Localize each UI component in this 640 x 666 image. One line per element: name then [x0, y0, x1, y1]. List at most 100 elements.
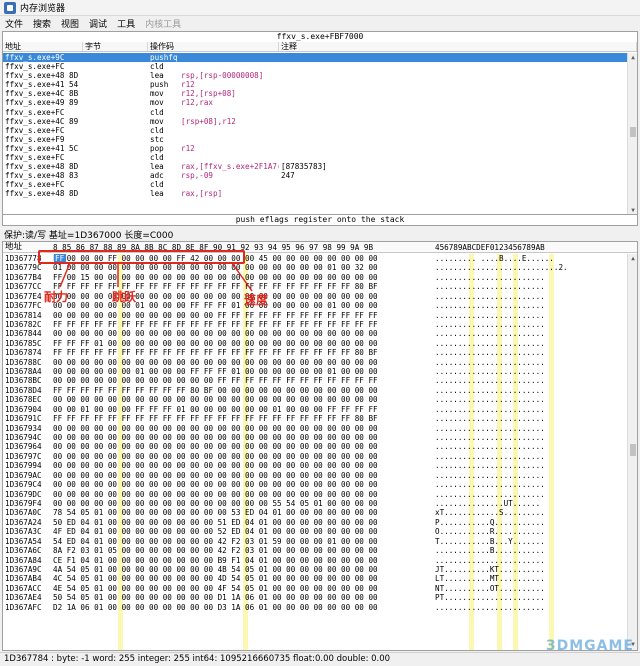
hex-row[interactable]: 1D3678BC 00 00 00 00 00 00 00 00 00 00 00…: [3, 376, 627, 385]
hex-row[interactable]: 1D367AFC D2 1A 06 01 00 00 00 00 00 00 00…: [3, 603, 627, 612]
disassembler-row[interactable]: ffxv_s.exe+FC cld: [3, 108, 627, 117]
hex-row-bytes: 00 00 00 00 00 00 00 00 00 00 00 00 00 0…: [53, 395, 378, 405]
hex-row[interactable]: 1D367874 FF FF FF FF FF FF FF FF FF FF FF…: [3, 348, 627, 357]
menu-debug[interactable]: 调试: [84, 17, 112, 30]
hex-row-address: 1D367AB4: [5, 574, 42, 584]
hex-row[interactable]: 1D36797C 00 00 00 00 00 00 00 00 00 00 00…: [3, 452, 627, 461]
disassembler-row[interactable]: ffxv_s.exe+41 54 push r12: [3, 80, 627, 89]
hex-view: 地址 8 85 86 87 88 89 8A 8B 8C 8D 8E 8F 90…: [2, 241, 638, 651]
disassembler-row[interactable]: ffxv_s.exe+FC cld: [3, 153, 627, 162]
menu-bar: 文件 搜索 视图 调试 工具 内核工具: [0, 16, 640, 30]
hex-row[interactable]: 1D3677E4 00 00 00 00 00 00 00 00 00 00 00…: [3, 292, 627, 301]
instruction-address: ffxv_s.exe+48 8D 05 1A3T32F3: [5, 162, 83, 172]
menu-search[interactable]: 搜索: [28, 17, 56, 30]
hex-row[interactable]: 1D367A9C 4A 54 05 01 00 00 00 00 00 00 00…: [3, 565, 627, 574]
instruction-bytes: [83, 162, 148, 171]
hex-row[interactable]: 1D3678A4 00 00 00 00 00 00 01 00 00 00 FF…: [3, 367, 627, 376]
disassembler-row[interactable]: ffxv_s.exe+48 8D A4 24 F8FF... lea rsp,[rs…: [3, 71, 627, 80]
disassembler-row[interactable]: ffxv_s.exe+4C 89 64 24 08 mov [rsp+08],r12: [3, 117, 627, 126]
hex-row[interactable]: 1D3677CC FF FF FF FF FF FF FF FF FF FF FF…: [3, 282, 627, 291]
hex-row-ascii: ........................: [435, 338, 545, 348]
hex-row[interactable]: 1D36788C 00 00 00 00 00 00 00 00 00 00 00…: [3, 358, 627, 367]
scroll-thumb[interactable]: [630, 127, 636, 137]
hex-row[interactable]: 1D3679AC 00 00 00 00 00 00 00 00 00 00 00…: [3, 471, 627, 480]
hex-row-bytes: 4E 54 05 01 00 00 00 00 00 00 00 00 4F 5…: [53, 583, 378, 593]
hex-row-ascii: LT..........MT..........: [435, 574, 545, 584]
hex-row[interactable]: 1D367994 00 00 00 00 00 00 00 00 00 00 00…: [3, 461, 627, 470]
hex-scrollbar[interactable]: ▲ ▼: [627, 254, 637, 650]
hex-row[interactable]: 1D367814 00 00 00 00 00 00 00 00 00 00 00…: [3, 311, 627, 320]
disassembler-row[interactable]: ffxv_s.exe+F9 stc: [3, 135, 627, 144]
window-title: 内存浏览器: [20, 4, 66, 14]
disassembler-scrollbar[interactable]: ▲ ▼: [627, 53, 637, 216]
hex-rows[interactable]: 1D367778 FF 00 00 00 FF 00 00 00 00 FF 42…: [3, 254, 627, 650]
hex-row[interactable]: 1D36794C 00 00 00 00 00 00 00 00 00 00 00…: [3, 433, 627, 442]
disassembler-row[interactable]: ffxv_s.exe+FC cld: [3, 62, 627, 71]
hex-row[interactable]: 1D3679C4 00 00 00 00 00 00 00 00 00 00 00…: [3, 480, 627, 489]
disassembler-row[interactable]: ffxv_s.exe+49 89 C4 mov r12,rax: [3, 98, 627, 107]
instruction-operands: [179, 135, 279, 144]
hex-row-address: 1D36782C: [5, 319, 42, 329]
hex-row[interactable]: 1D367934 00 00 00 00 00 00 00 00 00 00 00…: [3, 424, 627, 433]
hex-row-address: 1D367964: [5, 442, 42, 452]
hex-row[interactable]: 1D367904 00 00 01 00 00 00 FF FF FF 01 00…: [3, 405, 627, 414]
hex-row[interactable]: 1D367964 00 00 00 00 00 00 00 00 00 00 00…: [3, 442, 627, 451]
disassembler-row[interactable]: ffxv_s.exe+9C pushfq: [3, 53, 627, 63]
instruction-comment: [279, 89, 627, 98]
disassembler-row[interactable]: ffxv_s.exe+48 8D 05 1A3T32F3 lea rax,[ffxv…: [3, 162, 627, 171]
hex-row-ascii: ........................: [435, 291, 545, 301]
hex-row-ascii: xT............S.........: [435, 508, 545, 518]
header-bytes[interactable]: 字节: [83, 42, 148, 51]
hex-row[interactable]: 1D367ACC 4E 54 05 01 00 00 00 00 00 00 00…: [3, 584, 627, 593]
disassembler-rows[interactable]: ffxv_s.exe+9C pushfq ffxv_s.exe+FC cld ffxv_…: [3, 53, 627, 216]
hex-row[interactable]: 1D367A54 54 ED 04 01 00 00 00 00 00 00 00…: [3, 537, 627, 546]
disassembler-row[interactable]: ffxv_s.exe+48 8D 04 24 lea rax,[rsp]: [3, 189, 627, 198]
hex-row-bytes: 00 00 00 00 00 00 00 00 00 00 00 00 00 0…: [53, 451, 378, 461]
hex-row[interactable]: 1D36785C FF FF FF 01 00 00 00 00 00 00 00…: [3, 339, 627, 348]
disassembler-row[interactable]: ffxv_s.exe+48 83 D4 F7 adc rsp,-09 247: [3, 171, 627, 180]
hex-row-address: 1D367AE4: [5, 593, 42, 603]
instruction-address: ffxv_s.exe+FC: [5, 180, 65, 190]
hex-row[interactable]: 1D3679DC 00 00 00 00 00 00 00 00 00 00 00…: [3, 490, 627, 499]
disassembler-row[interactable]: ffxv_s.exe+FC cld: [3, 180, 627, 189]
hex-row[interactable]: 1D367A84 CE F1 04 01 00 00 00 00 00 00 00…: [3, 556, 627, 565]
instruction-operands: rax,[ffxv_s.exe+2F1A7(: [181, 162, 279, 172]
hex-row-ascii: ........................: [435, 451, 545, 461]
hex-row[interactable]: 1D36791C FF FF FF FF FF FF FF FF FF FF FF…: [3, 414, 627, 423]
disassembler-row[interactable]: ffxv_s.exe+41 5C pop r12: [3, 144, 627, 153]
instruction-address: ffxv_s.exe+41 5C: [5, 143, 79, 153]
hex-row-ascii: ........................: [435, 376, 545, 386]
hex-row[interactable]: 1D3678EC 00 00 00 00 00 00 00 00 00 00 00…: [3, 395, 627, 404]
hex-row[interactable]: 1D36779C 01 00 00 00 00 00 00 00 00 00 00…: [3, 263, 627, 272]
hex-row-address: 1D3679F4: [5, 498, 42, 508]
hex-row[interactable]: 1D367A3C 4F ED 04 01 00 00 00 00 00 00 00…: [3, 527, 627, 536]
hex-row[interactable]: 1D367AE4 50 54 05 01 00 00 00 00 00 00 00…: [3, 593, 627, 602]
hex-row[interactable]: 1D367A6C 8A F2 03 01 05 00 00 00 00 00 00…: [3, 546, 627, 555]
instruction-operands: r12: [181, 143, 195, 153]
menu-file[interactable]: 文件: [0, 17, 28, 30]
hex-row[interactable]: 1D367AB4 4C 54 05 01 00 00 00 00 00 00 00…: [3, 574, 627, 583]
disassembler-row[interactable]: ffxv_s.exe+FC cld: [3, 126, 627, 135]
header-comment[interactable]: 注释: [279, 42, 637, 51]
scroll-up-icon[interactable]: ▲: [628, 254, 637, 264]
header-opcode[interactable]: 操作码: [148, 42, 279, 51]
hex-row[interactable]: 1D367A0C 78 54 05 01 00 00 00 00 00 00 00…: [3, 508, 627, 517]
scroll-thumb[interactable]: [630, 444, 636, 456]
hex-row[interactable]: 1D3678D4 FF FF FF FF FF FF FF FF FF FF 80…: [3, 386, 627, 395]
hex-row[interactable]: 1D367844 00 00 00 00 00 00 00 00 00 00 00…: [3, 329, 627, 338]
hex-row[interactable]: 1D36782C FF FF FF FF FF FF FF FF FF FF FF…: [3, 320, 627, 329]
hex-row[interactable]: 1D3677B4 FF 00 15 00 00 00 00 00 00 00 00…: [3, 273, 627, 282]
hex-row-ascii: ...........................2.: [435, 263, 568, 273]
scroll-up-icon[interactable]: ▲: [628, 53, 637, 63]
hex-row-ascii: P...........Q...........: [435, 517, 545, 527]
instruction-comment: [279, 144, 627, 153]
hex-row[interactable]: 1D367A24 50 ED 04 01 00 00 00 00 00 00 00…: [3, 518, 627, 527]
header-address[interactable]: 地址: [3, 42, 83, 51]
menu-view[interactable]: 视图: [56, 17, 84, 30]
instruction-opcode: mov: [150, 89, 164, 99]
instruction-bytes: [83, 126, 148, 135]
menu-tools[interactable]: 工具: [112, 17, 140, 30]
hex-row[interactable]: 1D3679F4 00 00 00 00 00 00 00 00 00 00 00…: [3, 499, 627, 508]
disassembler-row[interactable]: ffxv_s.exe+4C 8B 64 24 08 mov r12,[rsp+08]: [3, 89, 627, 98]
hex-row[interactable]: 1D3677FC 00 00 00 00 00 00 01 00 00 00 FF…: [3, 301, 627, 310]
